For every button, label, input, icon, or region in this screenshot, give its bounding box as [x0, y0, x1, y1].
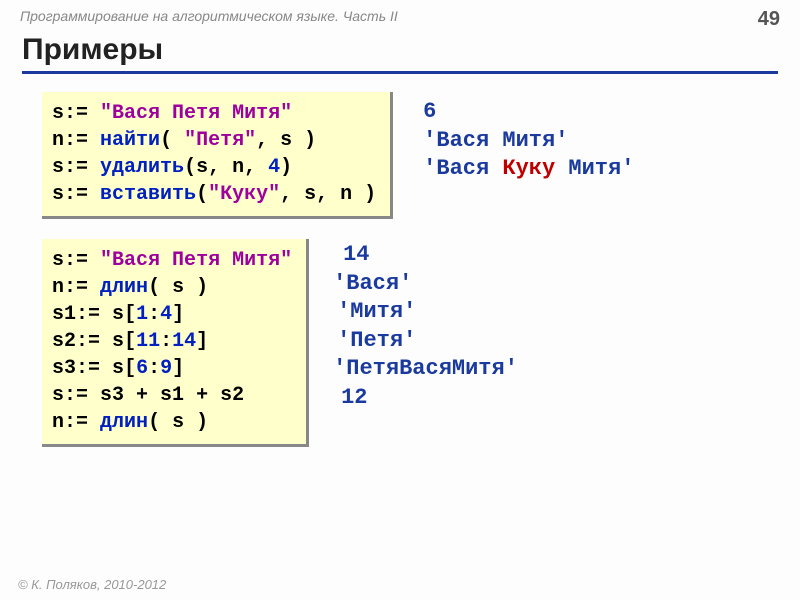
result-line: 12 — [333, 384, 518, 413]
code-block-2: s:= "Вася Петя Митя" n:= длин( s ) s1:= … — [42, 239, 309, 447]
result-line: 'Митя' — [333, 298, 518, 327]
slide-title: Примеры — [22, 33, 778, 67]
code-block-1: s:= "Вася Петя Митя" n:= найти( "Петя", … — [42, 92, 393, 219]
result-line: 14 — [333, 241, 518, 270]
result-line: 'Вася' — [333, 270, 518, 299]
results-2: 14 'Вася' 'Митя' 'Петя' 'ПетяВасяМитя' 1… — [333, 239, 518, 413]
page-number: 49 — [758, 8, 780, 31]
title-rule: Примеры — [22, 33, 778, 74]
example-2: s:= "Вася Петя Митя" n:= длин( s ) s1:= … — [42, 239, 778, 447]
course-title: Программирование на алгоритмическом язык… — [20, 8, 398, 31]
results-1: 6 'Вася Митя' 'Вася Куку Митя' — [423, 92, 634, 184]
footer-copyright: © К. Поляков, 2010-2012 — [18, 577, 166, 592]
slide-header: Программирование на алгоритмическом язык… — [0, 0, 800, 33]
result-line: 'Вася Митя' — [423, 127, 634, 156]
result-line: 6 — [423, 98, 634, 127]
result-line: 'Вася Куку Митя' — [423, 155, 634, 184]
example-1: s:= "Вася Петя Митя" n:= найти( "Петя", … — [42, 92, 778, 219]
result-line: 'Петя' — [333, 327, 518, 356]
result-line: 'ПетяВасяМитя' — [333, 355, 518, 384]
